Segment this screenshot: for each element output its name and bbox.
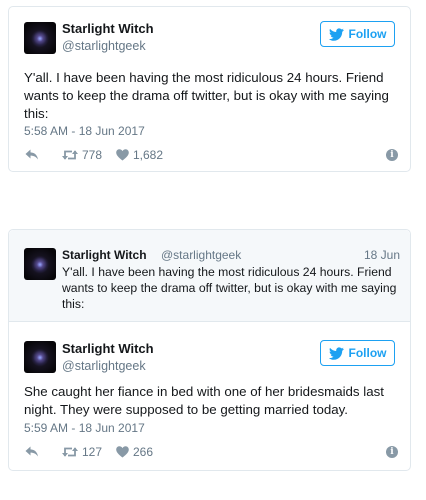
follow-button[interactable]: Follow xyxy=(320,21,395,47)
tweet-card-1: Starlight Witch @starlightgeek Follow Y'… xyxy=(8,6,411,172)
quoted-author-handle[interactable]: @starlightgeek xyxy=(161,248,241,262)
retweet-count: 127 xyxy=(82,445,103,459)
retweet-button[interactable]: 778 xyxy=(62,147,102,163)
reply-icon xyxy=(25,446,38,457)
twitter-bird-icon xyxy=(328,346,344,360)
reply-button[interactable] xyxy=(25,444,39,460)
avatar[interactable] xyxy=(24,22,56,54)
avatar[interactable] xyxy=(24,341,56,373)
quoted-text: Y'all. I have been having the most ridic… xyxy=(62,265,397,311)
follow-label: Follow xyxy=(348,346,387,360)
tweet-actions: 778 1,682 i xyxy=(24,147,398,163)
tweet-actions: 127 266 i xyxy=(24,444,398,460)
heart-icon xyxy=(116,446,129,458)
tweet-text: She caught her fiance in bed with one of… xyxy=(24,384,384,417)
author-name[interactable]: Starlight Witch xyxy=(62,21,154,36)
tweet-card-2: Starlight Witch @starlightgeek 18 Jun Y'… xyxy=(8,229,411,471)
heart-icon xyxy=(116,149,129,161)
info-icon[interactable]: i xyxy=(386,446,398,458)
like-button[interactable]: 1,682 xyxy=(116,147,163,163)
retweet-icon xyxy=(62,447,78,457)
like-count: 1,682 xyxy=(133,148,164,162)
like-button[interactable]: 266 xyxy=(116,444,153,460)
author-handle[interactable]: @starlightgeek xyxy=(62,39,146,53)
avatar[interactable] xyxy=(24,248,56,280)
author-name[interactable]: Starlight Witch xyxy=(62,341,154,356)
tweet-text: Y'all. I have been having the most ridic… xyxy=(24,70,389,121)
retweet-count: 778 xyxy=(82,148,103,162)
twitter-bird-icon xyxy=(328,27,344,41)
follow-label: Follow xyxy=(348,27,387,41)
retweet-icon xyxy=(62,150,78,160)
tweet-timestamp[interactable]: 5:58 AM - 18 Jun 2017 xyxy=(24,124,145,138)
quoted-tweet[interactable]: Starlight Witch @starlightgeek 18 Jun Y'… xyxy=(9,230,410,322)
tweet-timestamp[interactable]: 5:59 AM - 18 Jun 2017 xyxy=(24,421,145,435)
retweet-button[interactable]: 127 xyxy=(62,444,102,460)
quoted-author-name[interactable]: Starlight Witch xyxy=(62,248,147,262)
quoted-date[interactable]: 18 Jun xyxy=(364,248,400,262)
author-handle[interactable]: @starlightgeek xyxy=(62,359,146,373)
follow-button[interactable]: Follow xyxy=(320,340,395,366)
reply-button[interactable] xyxy=(25,147,39,163)
like-count: 266 xyxy=(133,445,154,459)
info-icon[interactable]: i xyxy=(386,149,398,161)
reply-icon xyxy=(25,149,38,160)
